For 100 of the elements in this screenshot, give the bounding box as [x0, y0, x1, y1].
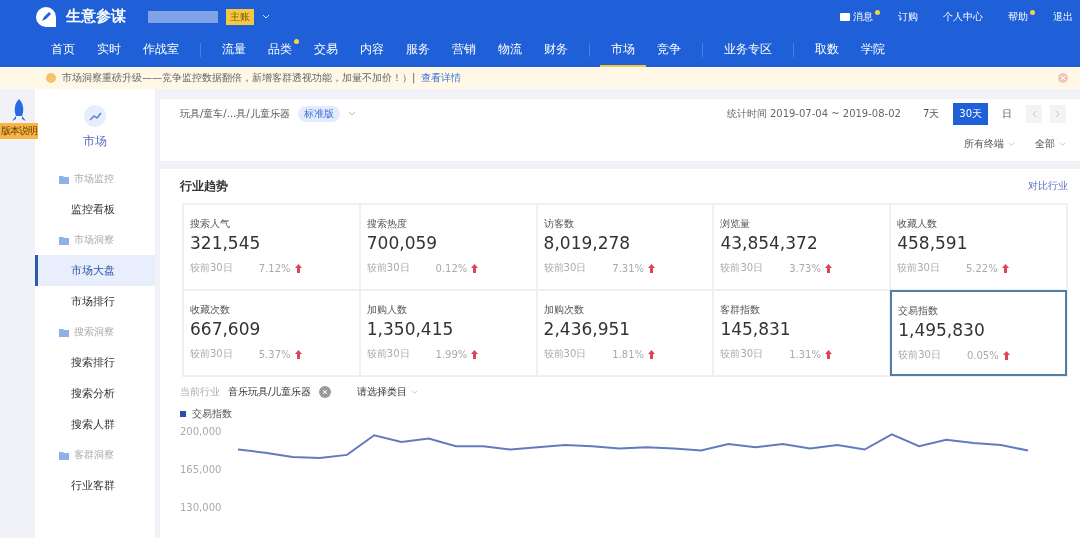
- industry-label: 当前行业: [180, 385, 220, 399]
- nav-tab[interactable]: 实时: [86, 33, 132, 67]
- nav-tab[interactable]: 财务: [533, 33, 579, 67]
- metric-card[interactable]: 加购次数 2,436,951 较前30日 1.81%: [536, 290, 714, 376]
- compare-label: 较前30日: [898, 348, 941, 362]
- sidebar-group-label: 客群洞察: [74, 448, 114, 462]
- chevron-icon[interactable]: [347, 111, 356, 117]
- account-badge: 主账: [226, 8, 254, 25]
- edition-tag: 标准版: [297, 106, 340, 122]
- sidebar-item[interactable]: 行业客群: [35, 470, 155, 501]
- sidebar-item[interactable]: 搜索分析: [35, 378, 155, 409]
- chevron-left-icon: [1031, 110, 1037, 118]
- up-arrow-icon: [824, 263, 832, 273]
- app-logo-text: 生意参谋: [66, 7, 126, 26]
- sidebar-item[interactable]: 搜索人群: [35, 409, 155, 440]
- chevron-down-icon: [1059, 141, 1066, 147]
- up-arrow-icon: [648, 349, 656, 359]
- metric-value: 458,591: [897, 233, 969, 253]
- nav-tab[interactable]: 作战室: [132, 33, 190, 67]
- caret-icon[interactable]: [262, 13, 270, 20]
- metric-value: 8,019,278: [543, 233, 632, 253]
- notification-dot: [875, 9, 880, 15]
- metric-card[interactable]: 加购人数 1,350,415 较前30日 1.99%: [359, 290, 537, 376]
- nav-tab[interactable]: 流量: [211, 33, 257, 67]
- logo-icon: [34, 4, 58, 29]
- previous-button[interactable]: [1026, 105, 1042, 123]
- metric-label: 访客数: [543, 217, 575, 231]
- notice-link[interactable]: 查看详情: [421, 71, 462, 85]
- axis-label: 130,000: [180, 502, 222, 513]
- compare-link[interactable]: 对比行业: [1028, 179, 1068, 193]
- notification-dot: [294, 39, 299, 44]
- header-link[interactable]: 消息: [840, 9, 880, 24]
- nav-tab[interactable]: 业务专区: [713, 33, 783, 67]
- sidebar-group-label: 市场洞察: [74, 233, 114, 247]
- period-button[interactable]: 7天: [916, 103, 946, 125]
- metric-label: 交易指数: [898, 304, 940, 318]
- axis-label: 200,000: [180, 426, 222, 437]
- nav-tab[interactable]: 首页: [40, 33, 86, 67]
- period-button[interactable]: 30天: [953, 103, 988, 125]
- metric-value: 145,831: [720, 319, 792, 339]
- version-badge[interactable]: 版本说明: [0, 123, 38, 139]
- change-percent: 1.81%: [612, 348, 645, 360]
- change-percent: 7.31%: [612, 262, 645, 274]
- compare-label: 较前30日: [720, 261, 764, 275]
- folder-icon: [59, 235, 69, 245]
- nav-tab[interactable]: 取数: [804, 33, 850, 67]
- metric-label: 收藏人数: [897, 217, 939, 231]
- compare-label: 较前30日: [190, 347, 233, 361]
- metric-label: 浏览量: [720, 217, 752, 231]
- sidebar-item[interactable]: 搜索排行: [35, 347, 155, 378]
- nav-tab[interactable]: 营销: [441, 33, 487, 67]
- metric-card[interactable]: 收藏人数 458,591 较前30日 5.22%: [890, 204, 1067, 290]
- header-link[interactable]: 订购: [898, 9, 925, 24]
- folder-icon: [59, 450, 69, 460]
- metric-card[interactable]: 搜索热度 700,059 较前30日 0.12%: [359, 204, 537, 290]
- section-title: 行业趋势: [180, 177, 228, 195]
- category-path[interactable]: 玩具/童车/...具/儿童乐器: [180, 107, 290, 121]
- sidebar-item[interactable]: 市场排行: [35, 286, 155, 317]
- sidebar-item[interactable]: 监控看板: [35, 194, 155, 225]
- sidebar-group-label: 市场监控: [74, 172, 114, 186]
- message-icon: [840, 12, 850, 21]
- header-link[interactable]: 退出: [1053, 9, 1080, 24]
- header-link[interactable]: 帮助: [1008, 9, 1035, 24]
- info-icon: [46, 73, 56, 83]
- nav-tab[interactable]: 品类: [257, 33, 303, 67]
- chevron-down-icon: [1008, 141, 1015, 147]
- category-select[interactable]: 请选择类目: [357, 385, 419, 399]
- nav-tab[interactable]: 物流: [487, 33, 533, 67]
- metric-value: 667,609: [190, 319, 262, 339]
- next-button[interactable]: [1050, 105, 1066, 123]
- metric-card[interactable]: 交易指数 1,495,830 较前30日 0.05%: [890, 290, 1067, 376]
- compare-label: 较前30日: [543, 261, 587, 275]
- metric-card[interactable]: 收藏次数 667,609 较前30日 5.37%: [183, 290, 360, 376]
- nav-tab[interactable]: 学院: [850, 33, 896, 67]
- rocket-icon[interactable]: [9, 99, 29, 123]
- metric-card[interactable]: 客群指数 145,831 较前30日 1.31%: [713, 290, 891, 376]
- metric-card[interactable]: 搜索人气 321,545 较前30日 7.12%: [183, 204, 360, 290]
- metric-card[interactable]: 访客数 8,019,278 较前30日 7.31%: [536, 204, 714, 290]
- up-arrow-icon: [1002, 350, 1010, 360]
- sidebar-group-label: 搜索洞察: [74, 325, 114, 339]
- legend-swatch: [180, 411, 186, 417]
- dropdown[interactable]: 全部: [1035, 137, 1066, 151]
- sidebar-item[interactable]: 市场大盘: [35, 255, 155, 286]
- axis-label: 165,000: [180, 464, 222, 475]
- change-percent: 5.37%: [258, 348, 291, 360]
- nav-tab[interactable]: 服务: [395, 33, 441, 67]
- nav-tab[interactable]: 内容: [349, 33, 395, 67]
- change-percent: 5.22%: [965, 262, 998, 274]
- change-percent: 1.31%: [789, 348, 821, 360]
- header-link[interactable]: 个人中心: [943, 9, 990, 24]
- period-button[interactable]: 日: [996, 103, 1018, 125]
- nav-tab[interactable]: 交易: [303, 33, 349, 67]
- nav-tab[interactable]: 竞争: [646, 33, 692, 67]
- close-icon[interactable]: [319, 386, 332, 398]
- compare-label: 较前30日: [897, 261, 940, 275]
- dropdown[interactable]: 所有终端: [964, 137, 1015, 151]
- notice-text: 市场洞察重磅升级——竞争监控数据翻倍，新增客群透视功能，加量不加价！）|: [62, 71, 416, 85]
- compare-label: 较前30日: [366, 347, 410, 361]
- metric-card[interactable]: 浏览量 43,854,372 较前30日 3.73%: [713, 204, 891, 290]
- close-icon[interactable]: [1058, 73, 1068, 83]
